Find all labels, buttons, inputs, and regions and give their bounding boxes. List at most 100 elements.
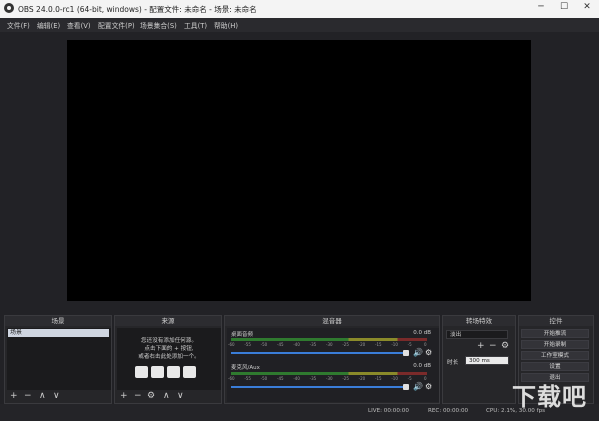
preview-canvas[interactable]	[67, 40, 531, 301]
menu-file[interactable]: 文件(F)	[7, 20, 30, 30]
menu-help[interactable]: 帮助(H)	[214, 20, 238, 30]
meter-tick-label: -30	[326, 342, 333, 347]
maximize-button[interactable]: ☐	[553, 0, 575, 15]
mic-audio-meter-scale: -60 -55 -50 -45 -40 -35 -30 -25 -20 -15 -10 -5 0	[228, 376, 427, 381]
remove-scene-button[interactable]: −	[24, 391, 32, 401]
image-source-icon	[135, 366, 148, 378]
meter-tick-label: -30	[326, 376, 333, 381]
transition-duration-input[interactable]: 300 ms	[465, 356, 509, 365]
meter-tick-label: -40	[293, 376, 300, 381]
sources-dock-title: 来源	[115, 316, 221, 326]
meter-tick-label: 0	[424, 376, 427, 381]
desktop-audio-meter-scale: -60 -55 -50 -45 -40 -35 -30 -25 -20 -15 -10 -5 0	[228, 342, 427, 347]
transition-select[interactable]: 淡出	[446, 330, 508, 339]
mixer-channel-mic-label: 麦克风/Aux	[231, 365, 260, 371]
transition-duration-label: 时长	[447, 360, 459, 366]
sources-hint-line-3: 或者右击此处添加一个。	[138, 354, 200, 360]
desktop-audio-settings-icon[interactable]: ⚙	[425, 348, 432, 357]
start-recording-button[interactable]: 开始录制	[521, 340, 589, 349]
display-capture-icon	[151, 366, 164, 378]
mic-audio-meter	[231, 372, 427, 375]
add-scene-button[interactable]: +	[10, 391, 18, 401]
browser-source-icon	[167, 366, 180, 378]
meter-tick-label: 0	[424, 342, 427, 347]
title-bar: OBS 24.0.0-rc1 (64-bit, windows) - 配置文件:…	[0, 0, 599, 19]
transitions-dock-title: 转场特效	[443, 316, 515, 326]
meter-tick-label: -50	[260, 376, 268, 381]
menu-tools[interactable]: 工具(T)	[184, 20, 207, 30]
studio-mode-button[interactable]: 工作室模式	[521, 351, 589, 360]
move-source-up-button[interactable]: ∧	[163, 391, 170, 401]
mic-settings-icon[interactable]: ⚙	[425, 382, 432, 391]
mixer-dock-title: 混音器	[225, 316, 439, 326]
desktop-audio-speaker-icon[interactable]: 🔊	[413, 348, 423, 357]
meter-tick-label: -55	[244, 342, 251, 347]
meter-tick-label: -45	[277, 376, 284, 381]
sources-dock: 来源 您还没有添加任何源。 点击下面的 + 按钮, 或者右击此处添加一个。 + …	[114, 315, 222, 404]
sources-list[interactable]: 您还没有添加任何源。 点击下面的 + 按钮, 或者右击此处添加一个。	[117, 328, 221, 390]
video-capture-icon	[183, 366, 196, 378]
meter-tick-label: -35	[309, 376, 317, 381]
mixer-channel-desktop-audio-label: 桌面音频	[231, 332, 254, 338]
rec-timer: REC: 00:00:00	[428, 408, 469, 414]
menu-view[interactable]: 查看(V)	[67, 20, 91, 30]
desktop-audio-volume-slider[interactable]	[231, 352, 407, 354]
desktop-audio-meter	[231, 338, 427, 341]
meter-tick-label: -20	[358, 376, 366, 381]
mixer-panel: 桌面音频 0.0 dB -60 -55 -50 -45 -40 -35 -30 -25 -20-…	[227, 328, 439, 402]
mixer-channel-mic-db: 0.0 dB	[413, 363, 431, 369]
source-settings-icon[interactable]: ⚙	[147, 391, 155, 401]
mic-volume-handle[interactable]	[403, 384, 409, 390]
live-timer: LIVE: 00:00:00	[368, 408, 409, 414]
add-source-button[interactable]: +	[120, 391, 128, 401]
obs-window: OBS 24.0.0-rc1 (64-bit, windows) - 配置文件:…	[0, 0, 599, 421]
meter-tick-label: -45	[277, 342, 284, 347]
menu-edit[interactable]: 编辑(E)	[37, 20, 60, 30]
move-source-down-button[interactable]: ∨	[177, 391, 184, 401]
menu-scene-collection[interactable]: 场景集合(S)	[140, 20, 177, 30]
watermark-text: 下载吧	[512, 383, 587, 411]
move-scene-up-button[interactable]: ∧	[39, 391, 46, 401]
scenes-dock: 场景 场景 + − ∧ ∨	[4, 315, 112, 404]
remove-transition-button[interactable]: −	[489, 341, 497, 351]
meter-tick-label: -5	[407, 376, 412, 381]
meter-tick-label: -40	[293, 342, 300, 347]
meter-tick-label: -60	[228, 342, 235, 347]
meter-tick-label: -10	[391, 342, 398, 347]
meter-tick-label: -15	[375, 342, 382, 347]
menu-profile[interactable]: 配置文件(P)	[98, 20, 135, 30]
meter-tick-label: -35	[309, 342, 317, 347]
move-scene-down-button[interactable]: ∨	[53, 391, 60, 401]
add-transition-button[interactable]: +	[477, 341, 485, 351]
meter-tick-label: -10	[391, 376, 398, 381]
mixer-channel-desktop-audio-db: 0.0 dB	[413, 330, 431, 336]
start-streaming-button[interactable]: 开始推流	[521, 329, 589, 338]
scene-list-item[interactable]: 场景	[8, 329, 109, 337]
meter-tick-label: -5	[407, 342, 412, 347]
mixer-dock: 混音器 桌面音频 0.0 dB -60 -55 -50 -45 -40 -35 -30 -25…	[224, 315, 440, 404]
controls-dock-title: 控件	[519, 316, 593, 326]
remove-source-button[interactable]: −	[134, 391, 142, 401]
transition-settings-icon[interactable]: ⚙	[501, 341, 509, 351]
meter-tick-label: -25	[342, 342, 349, 347]
download-site-watermark: 下载吧	[498, 365, 594, 415]
sources-hint-line-2: 点击下面的 + 按钮,	[144, 346, 194, 352]
window-title: OBS 24.0.0-rc1 (64-bit, windows) - 配置文件:…	[18, 5, 257, 14]
desktop-audio-volume-handle[interactable]	[403, 350, 409, 356]
sources-hint-line-1: 您还没有添加任何源。	[141, 338, 197, 344]
close-button[interactable]: ✕	[576, 0, 598, 15]
source-type-icons	[135, 366, 205, 380]
meter-tick-label: -50	[260, 342, 268, 347]
mic-volume-slider[interactable]	[231, 386, 407, 388]
meter-tick-label: -55	[244, 376, 251, 381]
scenes-list[interactable]: 场景	[7, 328, 111, 390]
minimize-button[interactable]: ─	[530, 0, 552, 15]
meter-tick-label: -15	[375, 376, 382, 381]
meter-tick-label: -60	[228, 376, 235, 381]
mic-speaker-icon[interactable]: 🔊	[413, 382, 423, 391]
obs-logo-icon	[4, 3, 14, 13]
meter-tick-label: -20	[358, 342, 366, 347]
menu-bar: 文件(F) 编辑(E) 查看(V) 配置文件(P) 场景集合(S) 工具(T) …	[0, 18, 599, 32]
meter-tick-label: -25	[342, 376, 349, 381]
scenes-dock-title: 场景	[5, 316, 111, 326]
